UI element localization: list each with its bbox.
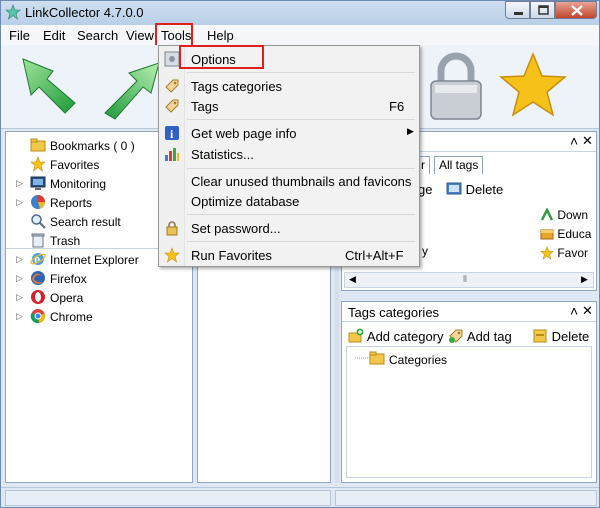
- reports-pie-icon: [31, 195, 45, 209]
- tags-toolbar-partial[interactable]: ge: [418, 182, 432, 204]
- tree-item-opera[interactable]: ▷ Opera: [6, 288, 192, 307]
- upload-arrow-icon[interactable]: [97, 51, 167, 121]
- tags-categories-title: Tags categories: [348, 305, 440, 320]
- status-bar: [1, 487, 599, 507]
- lock-icon: [166, 221, 178, 236]
- options-highlight-box: [179, 45, 264, 69]
- shortcut-f6: F6: [389, 99, 405, 114]
- status-segment-right: [335, 490, 597, 506]
- panel-close-icon[interactable]: ✕: [582, 133, 593, 149]
- tag-item-download[interactable]: Down: [540, 207, 588, 222]
- app-star-icon: [5, 4, 21, 20]
- options-icon: [164, 51, 180, 67]
- categories-root-label[interactable]: Categories: [389, 353, 447, 367]
- menu-item-run-favorites[interactable]: Run Favorites Ctrl+Alt+F: [161, 244, 417, 266]
- categories-folder-icon: [369, 351, 385, 365]
- favorites-star-big-icon[interactable]: [497, 51, 569, 121]
- bookmarks-folder-icon: [30, 138, 46, 152]
- tag-item-education[interactable]: Educa: [540, 227, 591, 241]
- pin-icon[interactable]: ˄: [570, 133, 578, 149]
- scroll-thumb-grip-icon[interactable]: ⦀: [463, 274, 467, 285]
- favorites-tag-star-icon: [540, 246, 554, 260]
- menu-item-statistics[interactable]: Statistics...: [161, 143, 417, 165]
- expand-arrow-icon[interactable]: ▷: [16, 292, 23, 303]
- maximize-button[interactable]: [530, 1, 555, 19]
- delete-icon: [533, 329, 547, 343]
- tools-dropdown-menu: Options Tags categories Tags F6 i Get we…: [158, 45, 420, 267]
- menu-edit[interactable]: Edit: [43, 28, 65, 43]
- education-tag-icon: [540, 229, 554, 240]
- tag-icon: [165, 99, 179, 113]
- window-title: LinkCollector 4.7.0.0: [25, 5, 144, 20]
- menu-help[interactable]: Help: [207, 28, 234, 43]
- close-icon: [571, 5, 583, 16]
- categories-tree: Categories: [346, 346, 592, 478]
- app-window: LinkCollector 4.7.0.0 File Edit Search V…: [0, 0, 600, 508]
- tree-connector: [355, 357, 371, 359]
- expand-arrow-icon[interactable]: ▷: [16, 197, 23, 208]
- tree-item-firefox[interactable]: ▷ Firefox: [6, 269, 192, 288]
- search-icon: [31, 214, 46, 229]
- download-arrow-icon[interactable]: [13, 51, 83, 121]
- status-segment-left: [5, 490, 331, 506]
- submenu-arrow-icon: ▶: [407, 126, 414, 136]
- tags-categories-panel: Tags categories ˄ ✕ Add category Add tag…: [341, 301, 597, 483]
- padlock-icon[interactable]: [423, 49, 489, 123]
- tags-categories-header: Tags categories ˄ ✕: [342, 302, 596, 322]
- tags-delete-button[interactable]: Delete: [446, 182, 503, 204]
- trash-icon: [31, 233, 45, 248]
- tags-list-partial: y: [422, 244, 428, 258]
- favorites-star-icon: [30, 156, 46, 172]
- menu-item-optimize-database[interactable]: Optimize database: [161, 190, 417, 212]
- menu-view[interactable]: View: [126, 28, 154, 43]
- title-bar[interactable]: LinkCollector 4.7.0.0: [1, 1, 599, 25]
- minimize-icon: [514, 12, 523, 15]
- expand-arrow-icon[interactable]: ▷: [16, 273, 23, 284]
- scroll-left-arrow-icon[interactable]: ◀: [349, 274, 356, 285]
- menu-item-get-web-page-info[interactable]: i Get web page info ▶: [161, 122, 417, 144]
- add-tag-icon: [449, 329, 463, 343]
- tools-highlight-box: [155, 23, 193, 47]
- run-favorites-star-icon: [164, 247, 180, 263]
- chrome-icon: [30, 309, 45, 324]
- menu-separator: [187, 214, 415, 215]
- tree-item-chrome[interactable]: ▷ Chrome: [6, 307, 192, 326]
- monitoring-icon: [30, 176, 46, 190]
- menu-file[interactable]: File: [9, 28, 30, 43]
- download-tag-icon: [540, 207, 554, 221]
- expand-arrow-icon[interactable]: ▷: [16, 178, 23, 189]
- minimize-button[interactable]: [505, 1, 530, 19]
- info-icon: i: [165, 126, 179, 141]
- menu-item-clear-thumbnails[interactable]: Clear unused thumbnails and favicons: [161, 170, 417, 192]
- delete-icon: [446, 182, 462, 195]
- expand-arrow-icon[interactable]: ▷: [16, 311, 23, 322]
- tags-horizontal-scrollbar[interactable]: ◀ ⦀ ▶: [344, 272, 594, 288]
- tag-item-favorites[interactable]: Favor: [540, 246, 588, 260]
- panel-close-icon[interactable]: ✕: [582, 303, 593, 319]
- menu-bar: File Edit Search View Tools Help: [1, 25, 599, 45]
- menu-separator: [187, 72, 415, 73]
- tag-icon: [165, 79, 179, 93]
- scroll-right-arrow-icon[interactable]: ▶: [581, 274, 588, 285]
- menu-item-tags[interactable]: Tags F6: [161, 95, 417, 117]
- internet-explorer-icon: e: [30, 253, 46, 266]
- maximize-icon: [538, 5, 549, 15]
- shortcut-ctrl-alt-f: Ctrl+Alt+F: [345, 248, 404, 263]
- opera-icon: [31, 290, 45, 304]
- menu-separator: [187, 168, 415, 169]
- menu-separator: [187, 241, 415, 242]
- add-category-icon: [348, 328, 364, 343]
- pin-icon[interactable]: ˄: [570, 303, 578, 319]
- menu-item-set-password[interactable]: Set password...: [161, 217, 417, 239]
- menu-search[interactable]: Search: [77, 28, 118, 43]
- menu-item-tags-categories[interactable]: Tags categories: [161, 75, 417, 97]
- tab-all-tags[interactable]: All tags: [434, 156, 484, 174]
- firefox-icon: [31, 271, 45, 285]
- statistics-icon: [165, 148, 179, 161]
- expand-arrow-icon[interactable]: ▷: [16, 254, 23, 265]
- menu-separator: [187, 119, 415, 120]
- close-button[interactable]: [555, 1, 597, 19]
